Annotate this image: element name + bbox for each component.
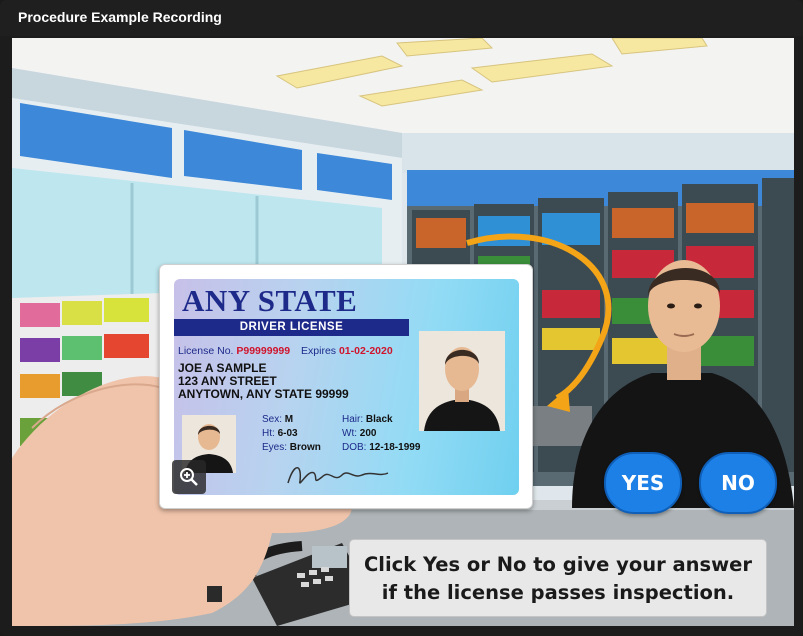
license-photo <box>419 331 505 431</box>
zoom-button[interactable] <box>172 460 206 494</box>
zoom-in-icon <box>180 468 198 486</box>
license-number: P99999999 <box>236 345 291 357</box>
height-value: 6-03 <box>277 428 298 439</box>
license-details: Sex: M Hair: Black Ht: 6-03 Wt: 200 Eyes… <box>262 413 420 455</box>
dob-label: DOB: <box>342 442 367 453</box>
expires-date: 01-02-2020 <box>338 345 393 357</box>
eyes-label: Eyes: <box>262 442 288 453</box>
no-button[interactable]: NO <box>699 452 777 514</box>
yes-button[interactable]: YES <box>604 452 682 514</box>
window-title: Procedure Example Recording <box>18 9 222 25</box>
license-number-row: License No. P99999999 Expires 01-02-2020 <box>178 345 393 357</box>
app-window: Procedure Example Recording ANY STATE DR… <box>0 0 803 636</box>
hair-value: Black <box>365 414 393 425</box>
license-address-block: JOE A SAMPLE 123 ANY STREET ANYTOWN, ANY… <box>178 362 349 401</box>
expires-label: Expires <box>301 345 337 357</box>
license-number-label: License No. <box>178 345 234 357</box>
title-bar: Procedure Example Recording <box>0 0 803 36</box>
license-card-frame: ANY STATE DRIVER LICENSE License No. P99… <box>159 264 533 509</box>
weight-value: 200 <box>359 428 377 439</box>
sex-value: M <box>284 414 294 425</box>
license-type-band: DRIVER LICENSE <box>174 319 409 336</box>
hair-label: Hair: <box>342 414 364 425</box>
instruction-box: Click Yes or No to give your answer if t… <box>349 539 767 617</box>
sex-label: Sex: <box>262 414 283 425</box>
signature <box>287 467 389 484</box>
store-scene: ANY STATE DRIVER LICENSE License No. P99… <box>12 38 794 626</box>
license-address-line2: ANYTOWN, ANY STATE 99999 <box>178 387 349 401</box>
instruction-line2: if the license passes inspection. <box>381 581 735 604</box>
instruction-line1: Click Yes or No to give your answer <box>363 553 753 576</box>
dob-value: 12-18-1999 <box>369 442 421 453</box>
eyes-value: Brown <box>289 442 321 453</box>
weight-label: Wt: <box>342 428 357 439</box>
license-state: ANY STATE <box>182 283 358 318</box>
height-label: Ht: <box>262 428 275 439</box>
drivers-license: ANY STATE DRIVER LICENSE License No. P99… <box>174 279 519 495</box>
